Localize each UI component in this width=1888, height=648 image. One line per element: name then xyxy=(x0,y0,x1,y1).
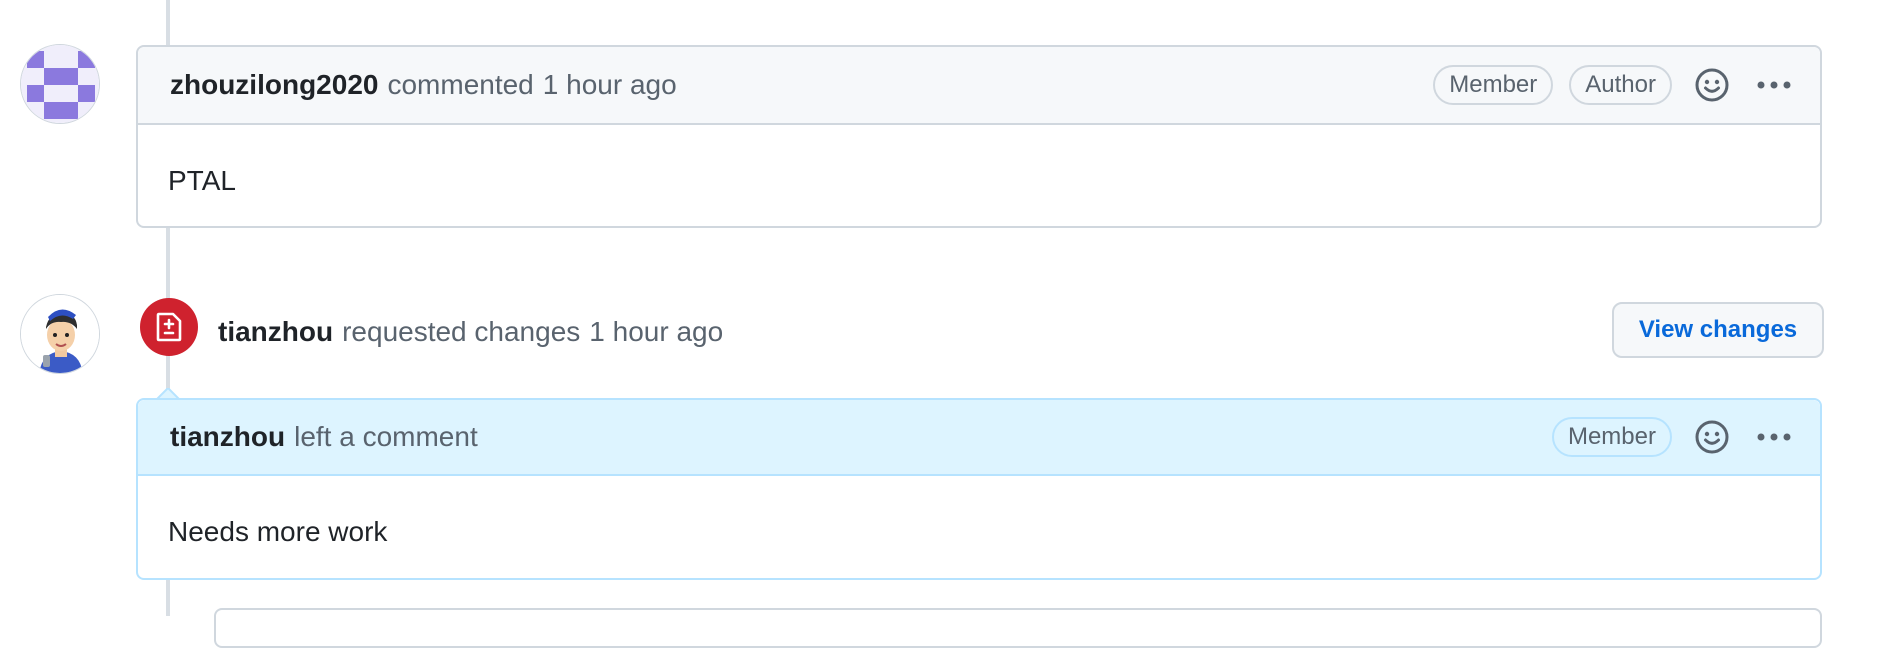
smiley-icon[interactable] xyxy=(1694,419,1730,455)
file-diff-icon xyxy=(140,298,198,356)
review-header: tianzhou requested changes 1 hour ago xyxy=(218,312,723,352)
review-comment-header: tianzhou left a comment Member xyxy=(138,400,1820,476)
review-author[interactable]: tianzhou xyxy=(218,316,333,348)
comment-timestamp[interactable]: 1 hour ago xyxy=(543,69,677,101)
comment-author[interactable]: zhouzilong2020 xyxy=(170,69,378,101)
kebab-horizontal-icon[interactable] xyxy=(1756,80,1792,90)
member-badge: Member xyxy=(1433,65,1554,105)
review-timestamp[interactable]: 1 hour ago xyxy=(589,316,723,348)
review-comment-author[interactable]: tianzhou xyxy=(170,421,285,453)
comment-body: PTAL xyxy=(168,165,236,196)
kebab-horizontal-icon[interactable] xyxy=(1756,432,1792,442)
view-changes-button[interactable]: View changes xyxy=(1612,302,1824,358)
next-thread-box xyxy=(214,608,1822,648)
comment-box: zhouzilong2020 commented 1 hour ago Memb… xyxy=(136,45,1822,228)
avatar-zhouzilong2020[interactable] xyxy=(20,44,100,124)
comment-header: zhouzilong2020 commented 1 hour ago Memb… xyxy=(138,47,1820,125)
review-action: requested changes xyxy=(342,316,581,347)
comment-action: commented xyxy=(387,69,534,100)
smiley-icon[interactable] xyxy=(1694,67,1730,103)
avatar-tianzhou[interactable] xyxy=(20,294,100,374)
author-badge: Author xyxy=(1569,65,1672,105)
review-comment-box: tianzhou left a comment Member Needs mor… xyxy=(136,398,1822,580)
avatar-illustration xyxy=(21,295,99,373)
review-comment-body: Needs more work xyxy=(168,516,388,547)
review-comment-action: left a comment xyxy=(294,421,478,452)
identicon xyxy=(21,45,99,123)
member-badge: Member xyxy=(1551,417,1672,457)
